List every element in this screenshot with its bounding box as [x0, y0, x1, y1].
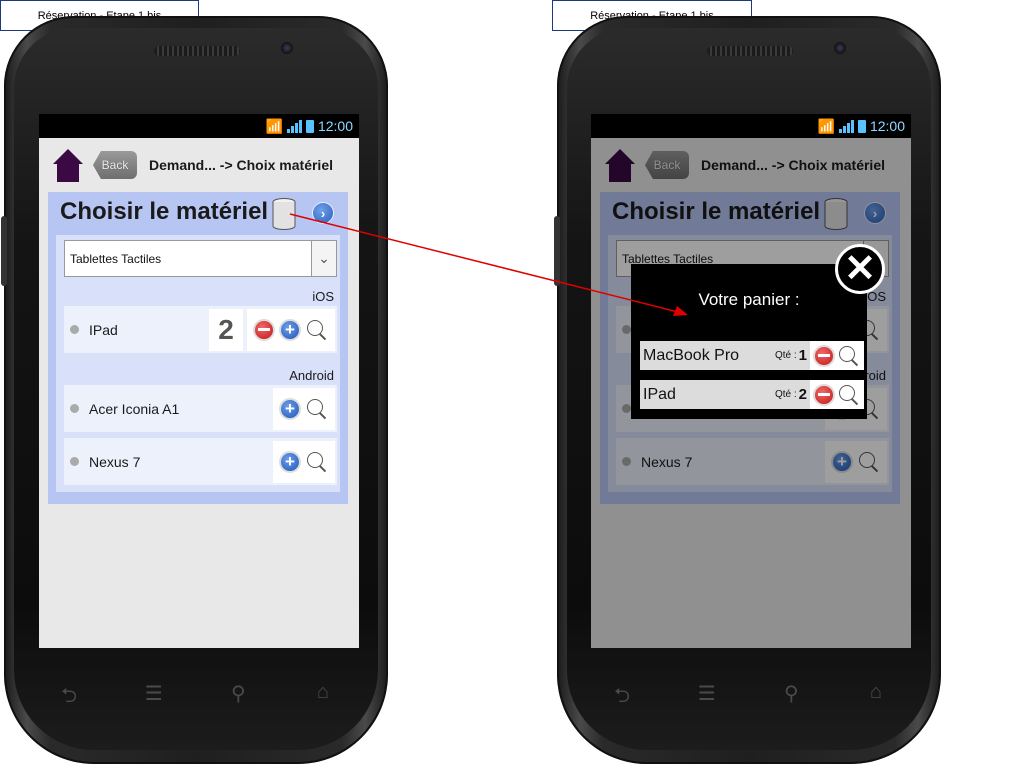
list-item[interactable]: Nexus 7 + — [64, 438, 337, 485]
wifi-icon: 📶 — [265, 117, 283, 134]
remove-icon[interactable] — [813, 344, 835, 367]
item-name: Nexus 7 — [89, 453, 141, 470]
material-panel: Choisir le matériel › Tablettes Tactiles… — [48, 192, 348, 504]
home-icon[interactable] — [51, 147, 85, 183]
bullet-icon — [70, 457, 79, 466]
nav-keys: ⮌ ☰ ⚲ ⌂ — [597, 681, 901, 715]
magnifier-icon[interactable] — [305, 318, 329, 342]
cart-item-actions — [810, 341, 864, 370]
cart-item-actions — [810, 380, 864, 409]
home-key-icon[interactable]: ⌂ — [851, 681, 901, 715]
group-label-ios: iOS — [312, 289, 334, 304]
popup-title: Votre panier : — [698, 290, 800, 309]
back-button[interactable]: Back — [93, 151, 137, 179]
nav-keys: ⮌ ☰ ⚲ ⌂ — [44, 681, 348, 715]
magnifier-icon[interactable] — [305, 450, 329, 474]
home-key-icon[interactable]: ⌂ — [298, 681, 348, 715]
breadcrumb: Demand... -> Choix matériel — [149, 157, 333, 173]
qty-value: 1 — [798, 347, 807, 364]
camera — [834, 42, 846, 54]
status-time: 12:00 — [869, 118, 905, 134]
side-button — [554, 216, 560, 286]
speaker — [154, 46, 240, 56]
qty-label: Qté : — [774, 389, 797, 400]
wifi-icon: 📶 — [817, 117, 835, 134]
remove-icon[interactable] — [813, 383, 835, 406]
cart-popup: Votre panier : MacBook Pro Qté : 1 IPad … — [631, 264, 867, 419]
page-title: Choisir le matériel — [60, 198, 269, 225]
top-bar: Back Demand... -> Choix matériel — [39, 138, 359, 192]
close-icon[interactable]: ✕ — [835, 244, 885, 294]
category-select[interactable]: Tablettes Tactiles ⌄ — [64, 240, 337, 277]
category-value: Tablettes Tactiles — [70, 251, 162, 266]
battery-icon — [305, 119, 314, 133]
list-item[interactable]: Acer Iconia A1 + — [64, 385, 337, 432]
menu-key-icon[interactable]: ☰ — [129, 681, 179, 715]
item-name: IPad — [89, 321, 118, 338]
item-qty: 2 — [209, 308, 243, 351]
magnifier-icon[interactable] — [837, 344, 861, 368]
cart-item-name: MacBook Pro — [643, 346, 740, 364]
next-icon[interactable]: › — [312, 202, 334, 224]
qty-label: Qté : — [774, 350, 797, 361]
add-icon[interactable]: + — [279, 450, 301, 473]
cart-icon[interactable] — [272, 198, 296, 230]
back-key-icon[interactable]: ⮌ — [44, 681, 94, 715]
cart-row: MacBook Pro Qté : 1 — [637, 338, 867, 373]
screen-left: 📶 12:00 Back Demand... -> Choix matériel… — [39, 114, 359, 648]
qty-value: 2 — [798, 386, 807, 403]
battery-icon — [857, 119, 866, 133]
group-label-android: Android — [289, 368, 334, 383]
magnifier-icon[interactable] — [837, 383, 861, 407]
bullet-icon — [70, 404, 79, 413]
material-list: Tablettes Tactiles ⌄ iOS IPad 2 + Androi… — [56, 235, 340, 492]
remove-icon[interactable] — [253, 318, 275, 341]
camera — [281, 42, 293, 54]
menu-key-icon[interactable]: ☰ — [682, 681, 732, 715]
list-item[interactable]: IPad 2 + — [64, 306, 337, 353]
item-actions: + — [273, 387, 335, 430]
item-actions: + — [273, 440, 335, 483]
search-key-icon[interactable]: ⚲ — [213, 681, 263, 715]
speaker — [707, 46, 793, 56]
add-icon[interactable]: + — [279, 397, 301, 420]
signal-icon — [286, 119, 302, 133]
screen-right: 📶 12:00 Back Demand... -> Choix matériel… — [591, 114, 911, 648]
chevron-down-icon[interactable]: ⌄ — [311, 241, 336, 276]
add-icon[interactable]: + — [279, 318, 301, 341]
status-time: 12:00 — [317, 118, 353, 134]
side-button — [1, 216, 7, 286]
item-name: Acer Iconia A1 — [89, 400, 180, 417]
status-bar: 📶 12:00 — [591, 114, 911, 138]
item-actions: + — [247, 308, 335, 351]
cart-row: IPad Qté : 2 — [637, 377, 867, 412]
magnifier-icon[interactable] — [305, 397, 329, 421]
signal-icon — [838, 119, 854, 133]
back-key-icon[interactable]: ⮌ — [597, 681, 647, 715]
status-bar: 📶 12:00 — [39, 114, 359, 138]
bullet-icon — [70, 325, 79, 334]
cart-item-name: IPad — [643, 385, 676, 403]
search-key-icon[interactable]: ⚲ — [766, 681, 816, 715]
